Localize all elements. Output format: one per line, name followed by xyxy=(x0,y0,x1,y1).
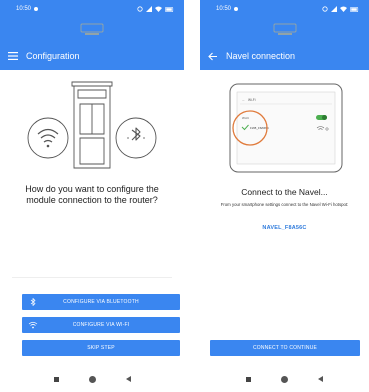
connect-to-continue-button[interactable]: CONNECT TO CONTINUE xyxy=(210,340,360,356)
stove-icon xyxy=(71,81,113,169)
battery-icon xyxy=(165,6,174,12)
hotspot-name: NAVEL_F8A56C xyxy=(262,225,307,231)
app-header: 10:50 xyxy=(0,0,184,70)
notification-icon xyxy=(234,7,239,11)
alarm-icon xyxy=(137,6,143,12)
battery-icon xyxy=(350,6,359,12)
wifi-icon xyxy=(28,321,38,329)
recents-icon[interactable] xyxy=(53,376,59,382)
bluetooth-bubble xyxy=(115,117,157,159)
phone-icon xyxy=(229,83,343,173)
question-line-1: How do you want to configure the xyxy=(25,184,159,194)
status-time: 10:50 xyxy=(16,6,32,12)
connect-instruction: From your smartphone settings connect to… xyxy=(220,202,349,207)
wifi-status-icon xyxy=(340,6,347,12)
wifi-status-icon xyxy=(155,6,162,12)
configuration-question: How do you want to configure the module … xyxy=(0,184,184,206)
configure-bluetooth-label: CONFIGURE VIA BLUETOOTH xyxy=(63,299,139,305)
home-icon[interactable] xyxy=(88,375,96,383)
page-title: Navel connection xyxy=(226,51,296,61)
skip-step-label: SKIP STEP xyxy=(87,345,115,351)
back-icon[interactable] xyxy=(318,376,323,382)
configuration-screen: 10:50 Configuration How do you want to c… xyxy=(0,0,184,392)
configure-wifi-label: CONFIGURE VIA WI-FI xyxy=(72,322,130,328)
brand-logo-icon xyxy=(273,23,296,35)
back-icon[interactable] xyxy=(125,376,131,382)
signal-icon xyxy=(146,6,152,12)
status-time: 10:50 xyxy=(216,6,232,12)
toolbar: Configuration xyxy=(0,44,184,68)
brand-logo-icon xyxy=(80,23,104,35)
stove-connection-illustration xyxy=(27,81,157,169)
alarm-icon xyxy=(322,6,328,12)
connect-to-continue-label: CONNECT TO CONTINUE xyxy=(252,345,318,351)
android-nav-bar xyxy=(200,366,369,392)
question-line-2: module connection to the router? xyxy=(26,195,158,205)
menu-icon[interactable] xyxy=(2,45,24,67)
notification-icon xyxy=(34,7,39,11)
android-nav-bar xyxy=(0,366,184,392)
page-title: Configuration xyxy=(26,51,80,61)
phone-wifi-illustration: ← Wi-Fi Wi-Fi FW8_F8A56C xyxy=(229,83,343,173)
navel-connection-screen: 10:50 Navel connection ← Wi-Fi Wi-Fi FW8… xyxy=(200,0,369,392)
app-header: 10:50 xyxy=(200,0,369,70)
svg-text:Wi-Fi: Wi-Fi xyxy=(242,116,249,120)
signal-icon xyxy=(331,6,337,12)
skip-step-button[interactable]: SKIP STEP xyxy=(22,340,180,356)
back-arrow-icon[interactable] xyxy=(202,45,224,67)
configure-bluetooth-button[interactable]: CONFIGURE VIA BLUETOOTH xyxy=(22,294,180,310)
recents-icon[interactable] xyxy=(246,376,251,382)
wifi-settings-header: Wi-Fi xyxy=(248,98,256,102)
svg-text:←: ← xyxy=(242,98,245,102)
configure-wifi-button[interactable]: CONFIGURE VIA WI-FI xyxy=(22,317,180,333)
connect-title: Connect to the Navel... xyxy=(241,187,328,197)
status-bar: 10:50 xyxy=(0,6,184,18)
wifi-bubble xyxy=(27,117,69,159)
wifi-toggle xyxy=(316,115,327,120)
toolbar: Navel connection xyxy=(200,44,369,68)
bluetooth-icon xyxy=(30,298,36,306)
divider xyxy=(12,277,172,278)
home-icon[interactable] xyxy=(281,375,288,383)
status-bar: 10:50 xyxy=(200,6,369,18)
